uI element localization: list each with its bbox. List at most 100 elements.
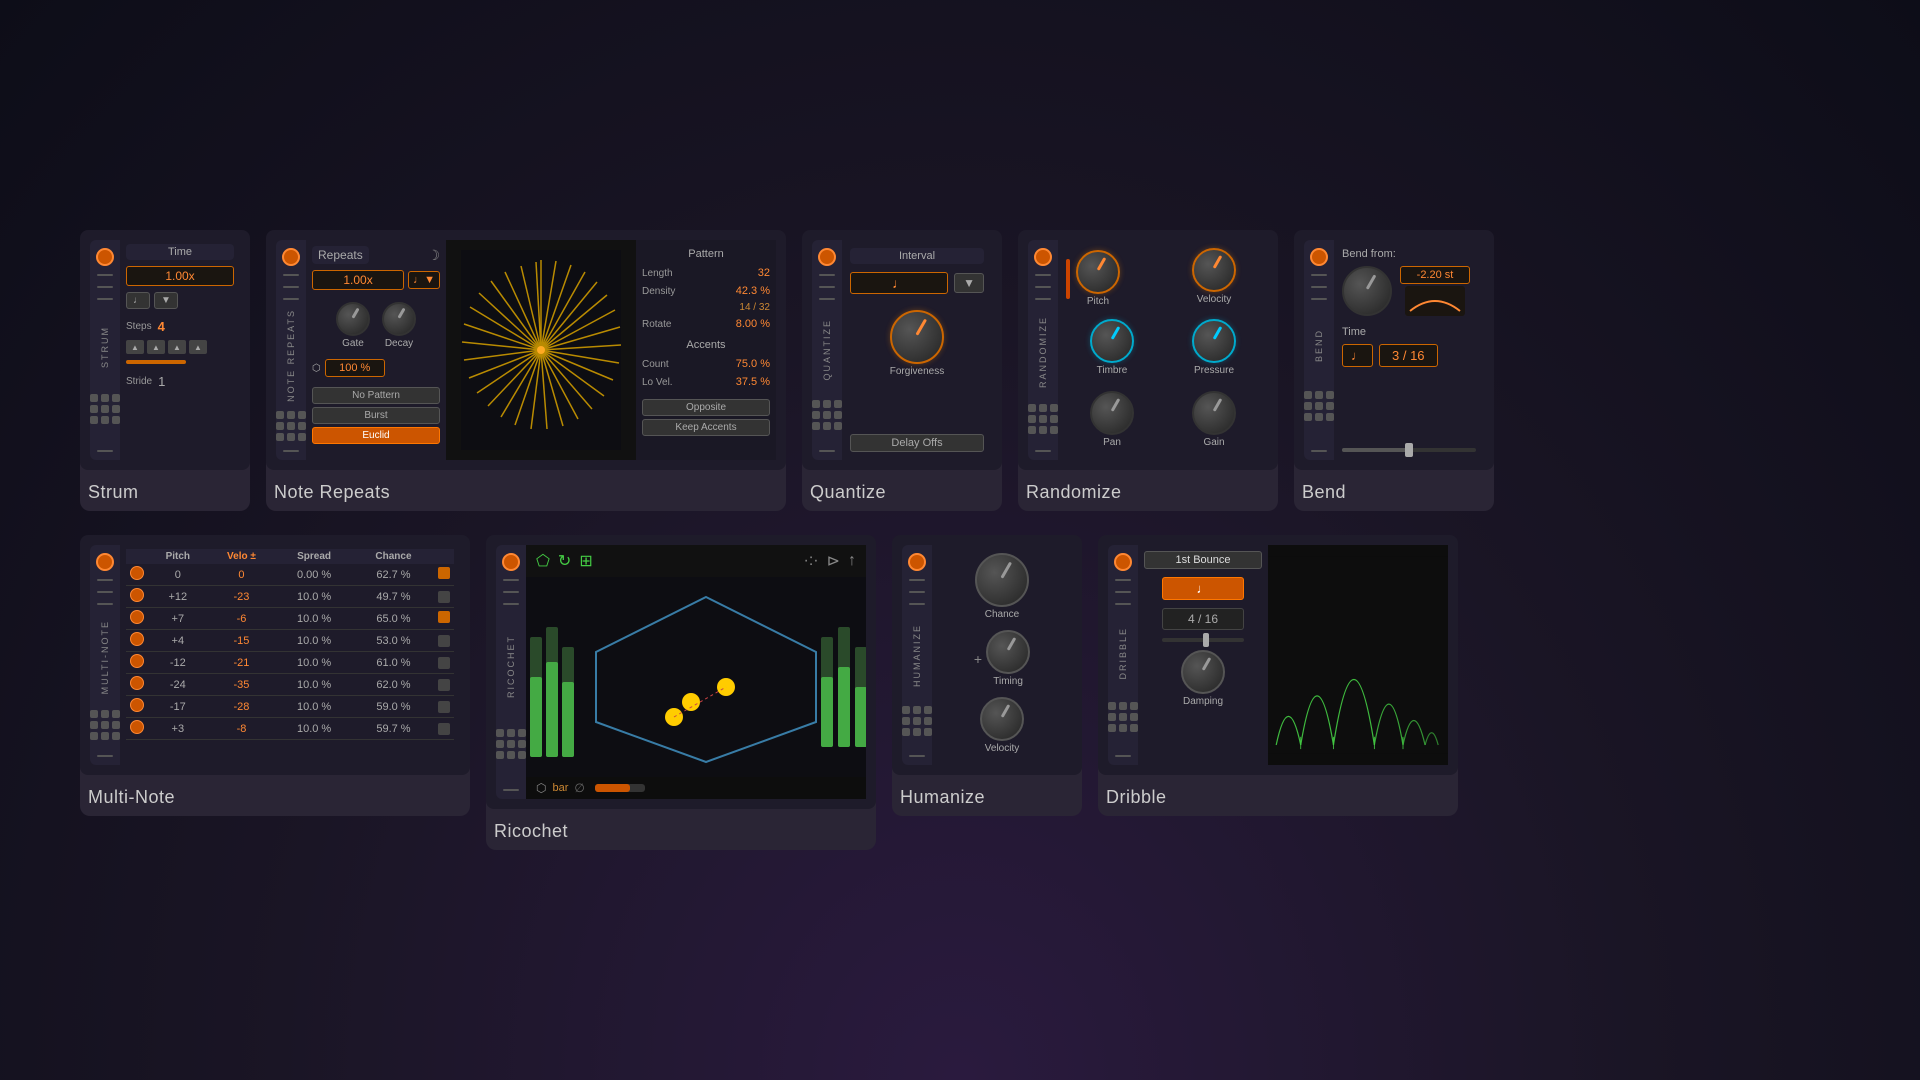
dribble-damping-knob[interactable] [1181, 650, 1225, 694]
mn-swatch-2 [438, 611, 450, 623]
quantize-forgiveness-wrap: Forgiveness [890, 310, 944, 377]
bend-value[interactable]: -2.20 st [1400, 266, 1470, 284]
ricochet-grid-icon[interactable]: ⊞ [579, 551, 592, 571]
quantize-power-btn[interactable] [818, 248, 836, 266]
dribble-note-display[interactable]: ♩ [1162, 577, 1245, 600]
humanize-chance-knob[interactable] [975, 553, 1029, 607]
randomize-panel: RANDOMIZE Pitch [1018, 230, 1278, 511]
ricochet-arrow-icon[interactable]: ⊳ [827, 551, 840, 571]
ricochet-vertical-label: RICOCHET [506, 635, 516, 698]
bend-time-value[interactable]: 3 / 16 [1379, 344, 1438, 367]
ricochet-pentagon-icon[interactable]: ⬠ [536, 551, 550, 571]
randomize-power-btn[interactable] [1034, 248, 1052, 266]
rand-pressure-knob[interactable] [1192, 319, 1236, 363]
nr-keep-accents-btn[interactable]: Keep Accents [642, 419, 770, 436]
dribble-side-strip: DRIBBLE [1108, 545, 1138, 765]
strum-up2-btn[interactable]: ▲ [147, 340, 165, 354]
rand-timbre-wrap: Timbre [1066, 319, 1158, 380]
ricochet-grid-dots [496, 729, 526, 759]
rand-timbre-label: Timbre [1097, 365, 1128, 376]
strum-vertical-label: STRUM [100, 326, 110, 368]
strum-power-btn[interactable] [96, 248, 114, 266]
nr-decay-label: Decay [385, 338, 413, 349]
strum-time-value[interactable]: 1.00x [126, 266, 234, 286]
mn-pitch-4: -12 [148, 652, 208, 674]
dribble-power-btn[interactable] [1114, 553, 1132, 571]
bend-from-label: Bend from: [1342, 248, 1476, 260]
nr-burst-btn[interactable]: Burst [312, 407, 440, 424]
quantize-interval-value[interactable]: ♩ [850, 272, 948, 294]
nr-euclid-btn[interactable]: Euclid [312, 427, 440, 444]
mn-row-power-6[interactable] [130, 698, 144, 712]
bend-power-btn[interactable] [1310, 248, 1328, 266]
humanize-velocity-wrap: Velocity [980, 697, 1024, 754]
rand-gain-knob[interactable] [1192, 391, 1236, 435]
mn-spread-6: 10.0 % [275, 696, 353, 718]
nr-gate-label: Gate [342, 338, 364, 349]
strum-arrow-btn[interactable]: ▼ [154, 292, 178, 309]
strum-up-btn[interactable]: ▲ [126, 340, 144, 354]
ricochet-label: Ricochet [486, 817, 876, 850]
dribble-bounce-label: 1st Bounce [1144, 551, 1262, 569]
mn-row-power-2[interactable] [130, 610, 144, 624]
nr-rate-value[interactable]: 1.00x [312, 270, 404, 290]
randomize-vertical-label: RANDOMIZE [1038, 316, 1048, 388]
ricochet-refresh-icon[interactable]: ↻ [558, 551, 571, 571]
humanize-power-btn[interactable] [908, 553, 926, 571]
mn-velo-5: -35 [208, 674, 276, 696]
nr-no-pattern-btn[interactable]: No Pattern [312, 387, 440, 404]
mn-row-power-3[interactable] [130, 632, 144, 646]
nr-percent-value[interactable]: 100 % [325, 359, 385, 377]
rand-timbre-knob[interactable] [1090, 319, 1134, 363]
dribble-grid-dots [1108, 702, 1138, 732]
ricochet-pin-icon[interactable]: ↑ [848, 552, 856, 570]
bend-from-knob[interactable] [1342, 266, 1392, 316]
quantize-panel-inner: QUANTIZE Interval ♩ ▼ [802, 230, 1002, 470]
mn-row-power-5[interactable] [130, 676, 144, 690]
mn-row-3: +4-1510.0 %53.0 % [126, 630, 454, 652]
humanize-timing-knob[interactable] [986, 630, 1030, 674]
dribble-wave [1268, 545, 1448, 765]
nr-length-label: Length [642, 268, 673, 279]
mn-chance-5: 62.0 % [353, 674, 434, 696]
rand-pitch-knob[interactable] [1076, 250, 1120, 294]
strum-up3-btn[interactable]: ▲ [168, 340, 186, 354]
nr-length-value: 32 [758, 267, 770, 279]
nr-count-row: Count 75.0 % [642, 357, 770, 371]
ricochet-panel-inner: RICOCHET ⬠ ↻ ⊞ ·:· [486, 535, 876, 809]
dribble-time-value[interactable]: 4 / 16 [1162, 608, 1245, 630]
bend-time-label: Time [1342, 326, 1476, 338]
ricochet-mute-icon[interactable]: ∅ [574, 781, 584, 795]
quantize-forgiveness-knob[interactable] [890, 310, 944, 364]
ricochet-bar-label: bar [552, 782, 568, 794]
nr-note-dropdown[interactable]: ♩▼ [408, 271, 440, 289]
bend-note-btn[interactable]: ♩ [1342, 344, 1373, 367]
rand-pan-knob[interactable] [1090, 391, 1134, 435]
note-repeats-power-btn[interactable] [282, 248, 300, 266]
note-repeats-vertical-label: NOTE REPEATS [286, 309, 296, 402]
nr-density-label: Density [642, 286, 675, 297]
strum-note-btn[interactable]: ♩ [126, 292, 150, 309]
nr-decay-knob[interactable] [382, 302, 416, 336]
mn-row-power-0[interactable] [130, 566, 144, 580]
bend-panel-inner: BEND Bend from: -2.20 st [1294, 230, 1494, 470]
ricochet-dot-icon[interactable]: ·:· [803, 552, 818, 570]
humanize-velocity-knob[interactable] [980, 697, 1024, 741]
mn-row-power-7[interactable] [130, 720, 144, 734]
multi-note-power-btn[interactable] [96, 553, 114, 571]
strum-grid-dots [90, 394, 120, 424]
mn-row-power-1[interactable] [130, 588, 144, 602]
rand-gain-wrap: Gain [1168, 391, 1260, 452]
quantize-panel: QUANTIZE Interval ♩ ▼ [802, 230, 1002, 511]
mn-row-power-4[interactable] [130, 654, 144, 668]
quantize-dropdown-btn[interactable]: ▼ [954, 273, 984, 293]
strum-up4-btn[interactable]: ▲ [189, 340, 207, 354]
nr-gate-knob[interactable] [336, 302, 370, 336]
ricochet-power-btn[interactable] [502, 553, 520, 571]
rand-velocity-knob[interactable] [1192, 248, 1236, 292]
mn-chance-1: 49.7 % [353, 586, 434, 608]
note-repeats-panel-inner: NOTE REPEATS Repeats ☽ [266, 230, 786, 470]
humanize-panel-inner: HUMANIZE Chance + [892, 535, 1082, 775]
quantize-delay-offs-btn[interactable]: Delay Offs [850, 434, 984, 452]
nr-opposite-btn[interactable]: Opposite [642, 399, 770, 416]
